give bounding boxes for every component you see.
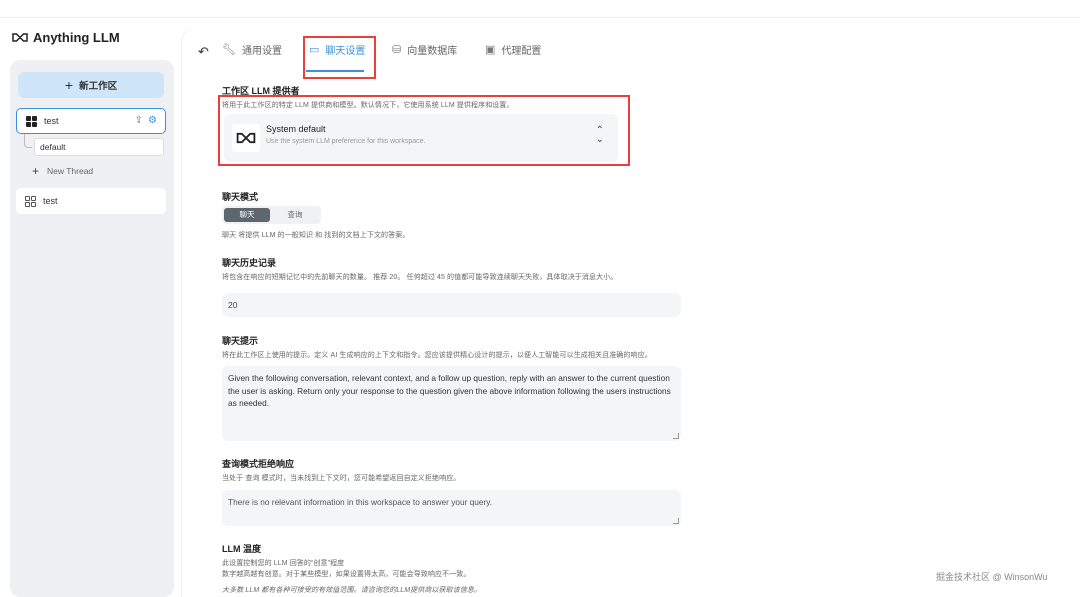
temperature-note: 大多数 LLM 都有各种可接受的有效值范围。请咨询您的LLM提供商以获取该信息。 bbox=[222, 587, 482, 594]
prompt-section: 聊天提示 将在此工作区上使用的提示。定义 AI 生成响应的上下文和指令。您应该提… bbox=[222, 334, 652, 360]
temperature-desc-2: 数字越高越有创意。对于某些模型，如果设置得太高，可能会导致响应不一致。 bbox=[222, 571, 471, 578]
plus-icon: + bbox=[32, 164, 40, 178]
history-count-input[interactable]: 20 bbox=[222, 293, 681, 317]
history-section: 聊天历史记录 将包含在响应的短期记忆中的先前聊天的数量。 推荐 20。 任何超过… bbox=[222, 256, 617, 282]
workspace-grid-icon bbox=[25, 195, 36, 207]
workspace-name: test bbox=[43, 196, 58, 206]
gear-icon[interactable]: ⚙ bbox=[148, 115, 157, 126]
chat-mode-desc: 聊天 将提供 LLM 的一般知识 和 找到的文档上下文的答案。 bbox=[222, 232, 410, 239]
highlight-box-provider bbox=[218, 95, 630, 166]
temperature-desc-1: 此设置控制您的 LLM 回答的“创意”程度 bbox=[222, 560, 345, 567]
resize-handle-icon[interactable] bbox=[673, 433, 679, 439]
back-arrow-icon[interactable]: ↶ bbox=[198, 44, 209, 60]
wrench-icon: 🔧︎ bbox=[222, 44, 236, 56]
refusal-response-textarea[interactable]: There is no relevant information in this… bbox=[222, 490, 681, 526]
refusal-section: 查询模式拒绝响应 当处于 查询 模式时，当未找到上下文时，您可能希望返回自定义拒… bbox=[222, 457, 460, 483]
plus-icon: + bbox=[64, 77, 74, 93]
prompt-title: 聊天提示 bbox=[222, 336, 259, 346]
new-thread-button[interactable]: + New Thread bbox=[32, 164, 93, 178]
workspace-item-test[interactable]: test bbox=[16, 188, 166, 214]
new-workspace-button[interactable]: + 新工作区 bbox=[18, 72, 164, 98]
refusal-desc: 当处于 查询 模式时，当未找到上下文时，您可能希望返回自定义拒绝响应。 bbox=[222, 475, 461, 482]
history-title: 聊天历史记录 bbox=[222, 258, 277, 268]
thread-branch-line bbox=[24, 134, 32, 148]
tab-label: 代理配置 bbox=[501, 46, 542, 57]
chat-prompt-text: Given the following conversation, releva… bbox=[228, 373, 671, 408]
workspace-grid-icon bbox=[26, 115, 37, 127]
anythingllm-logo-icon bbox=[12, 33, 28, 42]
thread-item-default[interactable]: default bbox=[34, 138, 164, 156]
tab-label: 通用设置 bbox=[241, 46, 282, 57]
prompt-desc: 将在此工作区上使用的提示。定义 AI 生成响应的上下文和指令。您应该提供精心设计… bbox=[222, 352, 652, 359]
mode-chat-button[interactable]: 聊天 bbox=[224, 208, 270, 222]
watermark: 掘金技术社区 @ WinsonWu bbox=[936, 572, 1048, 582]
temperature-section: LLM 温度 此设置控制您的 LLM 回答的“创意”程度 数字越高越有创意。对于… bbox=[222, 542, 481, 595]
workspace-panel: + 新工作区 test ⇪ ⚙ default + New Thread tes… bbox=[10, 60, 174, 597]
app-title: Anything LLM bbox=[33, 30, 120, 45]
sidebar: Anything LLM + 新工作区 test ⇪ ⚙ default + N… bbox=[0, 18, 180, 597]
highlight-box-tab bbox=[303, 36, 376, 79]
chat-mode-title: 聊天模式 bbox=[222, 192, 259, 202]
tab-general-settings[interactable]: 🔧︎ 通用设置 bbox=[222, 42, 282, 57]
app-logo[interactable]: Anything LLM bbox=[12, 30, 120, 45]
database-icon: ⛁ bbox=[392, 44, 402, 56]
mode-query-button[interactable]: 查询 bbox=[272, 208, 318, 222]
chat-mode-desc-wrap: 聊天 将提供 LLM 的一般知识 和 找到的文档上下文的答案。 bbox=[222, 227, 409, 240]
temperature-title: LLM 温度 bbox=[222, 544, 261, 554]
workspace-name: test bbox=[44, 116, 59, 126]
chat-mode-section: 聊天模式 bbox=[222, 190, 258, 203]
refusal-title: 查询模式拒绝响应 bbox=[222, 459, 295, 469]
refusal-response-text: There is no relevant information in this… bbox=[228, 497, 493, 507]
tab-vector-database[interactable]: ⛁ 向量数据库 bbox=[392, 42, 457, 57]
history-desc: 将包含在响应的短期记忆中的先前聊天的数量。 推荐 20。 任何超过 45 的值都… bbox=[222, 274, 618, 281]
upload-icon[interactable]: ⇪ bbox=[135, 115, 143, 126]
workspace-item-test-active[interactable]: test ⇪ ⚙ bbox=[16, 108, 166, 134]
top-bar bbox=[0, 0, 1080, 18]
chat-mode-toggle: 聊天 查询 bbox=[222, 206, 321, 224]
tab-agent-config[interactable]: ▣ 代理配置 bbox=[485, 42, 541, 57]
robot-icon: ▣ bbox=[485, 44, 496, 56]
chat-prompt-textarea[interactable]: Given the following conversation, releva… bbox=[222, 366, 681, 441]
new-workspace-label: 新工作区 bbox=[79, 81, 118, 92]
new-thread-label: New Thread bbox=[47, 166, 94, 176]
resize-handle-icon[interactable] bbox=[673, 518, 679, 524]
settings-main: ↶ 🔧︎ 通用设置 ▭ 聊天设置 ⛁ 向量数据库 ▣ 代理配置 工作区 LLM … bbox=[182, 28, 1080, 597]
tab-label: 向量数据库 bbox=[407, 46, 458, 57]
